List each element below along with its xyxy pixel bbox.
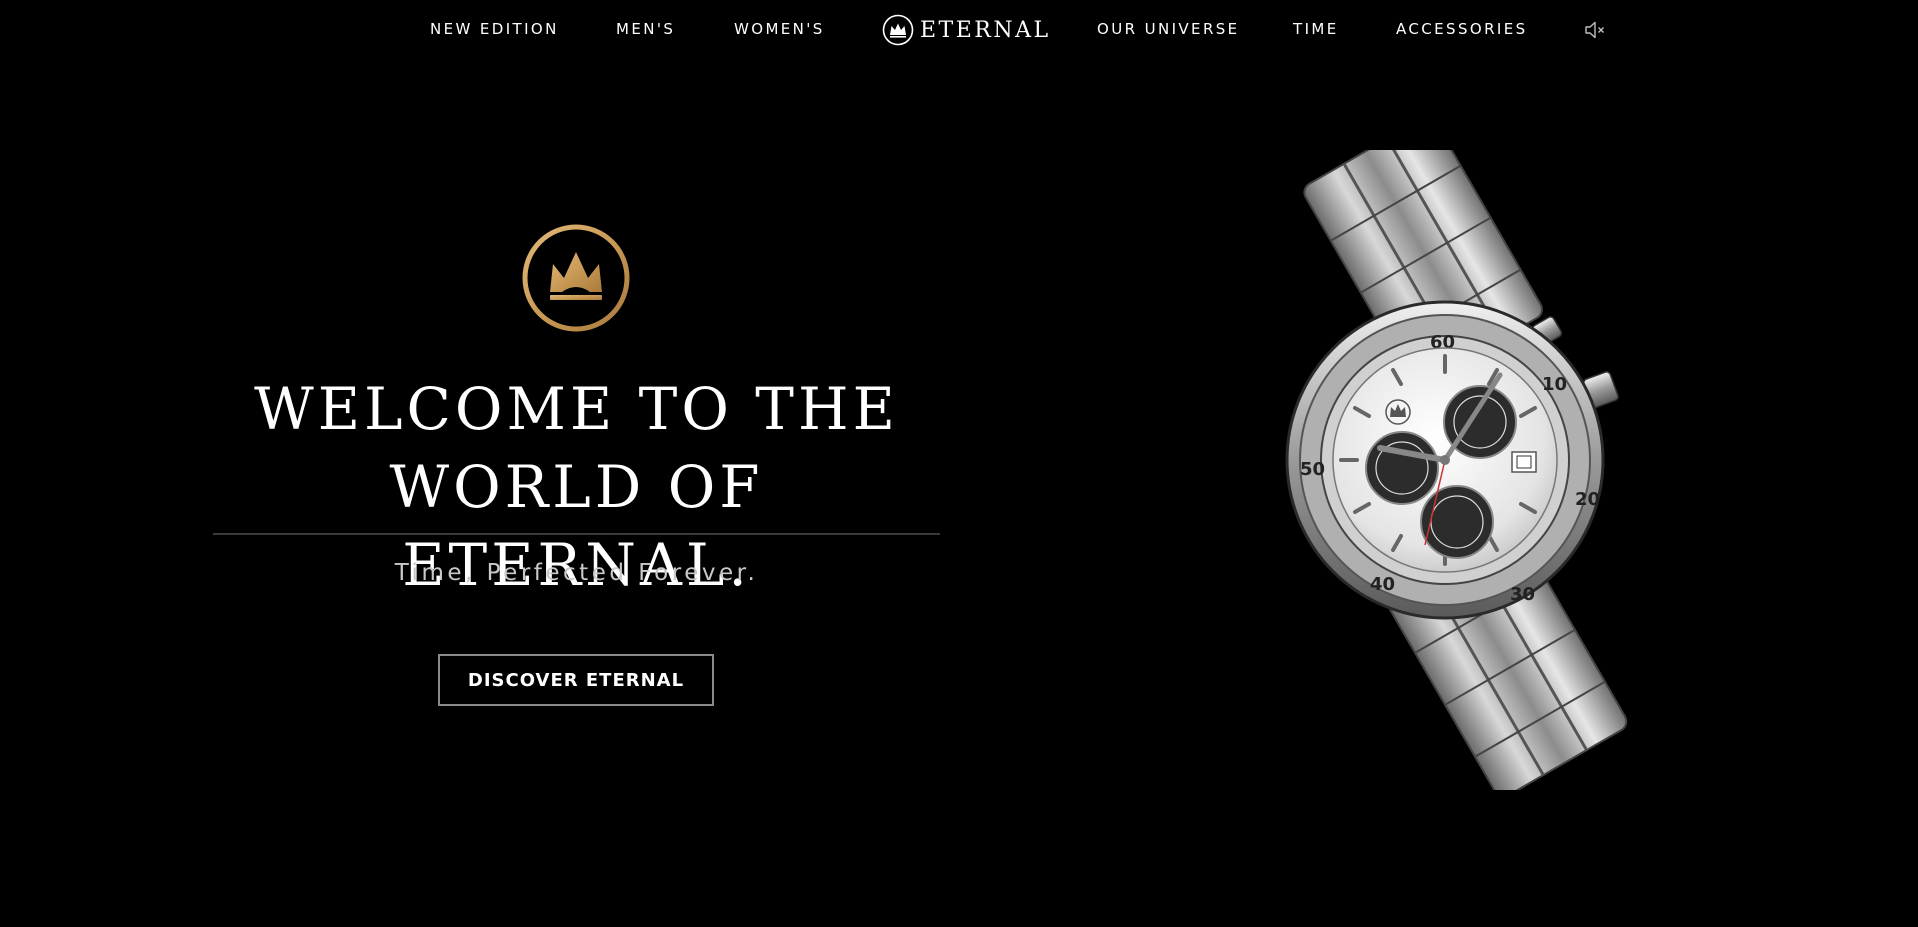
speaker-muted-icon[interactable] [1584,19,1606,41]
bezel-50: 50 [1300,459,1325,480]
nav-new-edition[interactable]: NEW EDITION [430,20,559,38]
nav-time[interactable]: TIME [1293,20,1339,38]
hero-tagline: Time, Perfected Forever. [394,560,759,586]
crown-icon [882,14,914,46]
nav-our-universe[interactable]: OUR UNIVERSE [1097,20,1240,38]
bezel-10: 10 [1542,374,1567,395]
brand-name: ETERNAL [920,17,1051,43]
headline-line-1: WELCOME TO THE [254,375,899,443]
divider [213,533,940,535]
bezel-30: 30 [1510,584,1535,605]
crown-emblem-icon [522,224,630,332]
top-navigation: NEW EDITION MEN'S WOMEN'S ETERNAL OUR UN… [0,0,1918,60]
nav-womens[interactable]: WOMEN'S [734,20,825,38]
watch-image: 60 10 20 30 40 50 [1285,150,1628,790]
nav-mens[interactable]: MEN'S [616,20,675,38]
nav-accessories[interactable]: ACCESSORIES [1396,20,1528,38]
discover-eternal-button[interactable]: DISCOVER ETERNAL [438,654,714,706]
bezel-40: 40 [1370,574,1395,595]
bezel-20: 20 [1575,489,1600,510]
brand-logo[interactable]: ETERNAL [882,13,1051,47]
